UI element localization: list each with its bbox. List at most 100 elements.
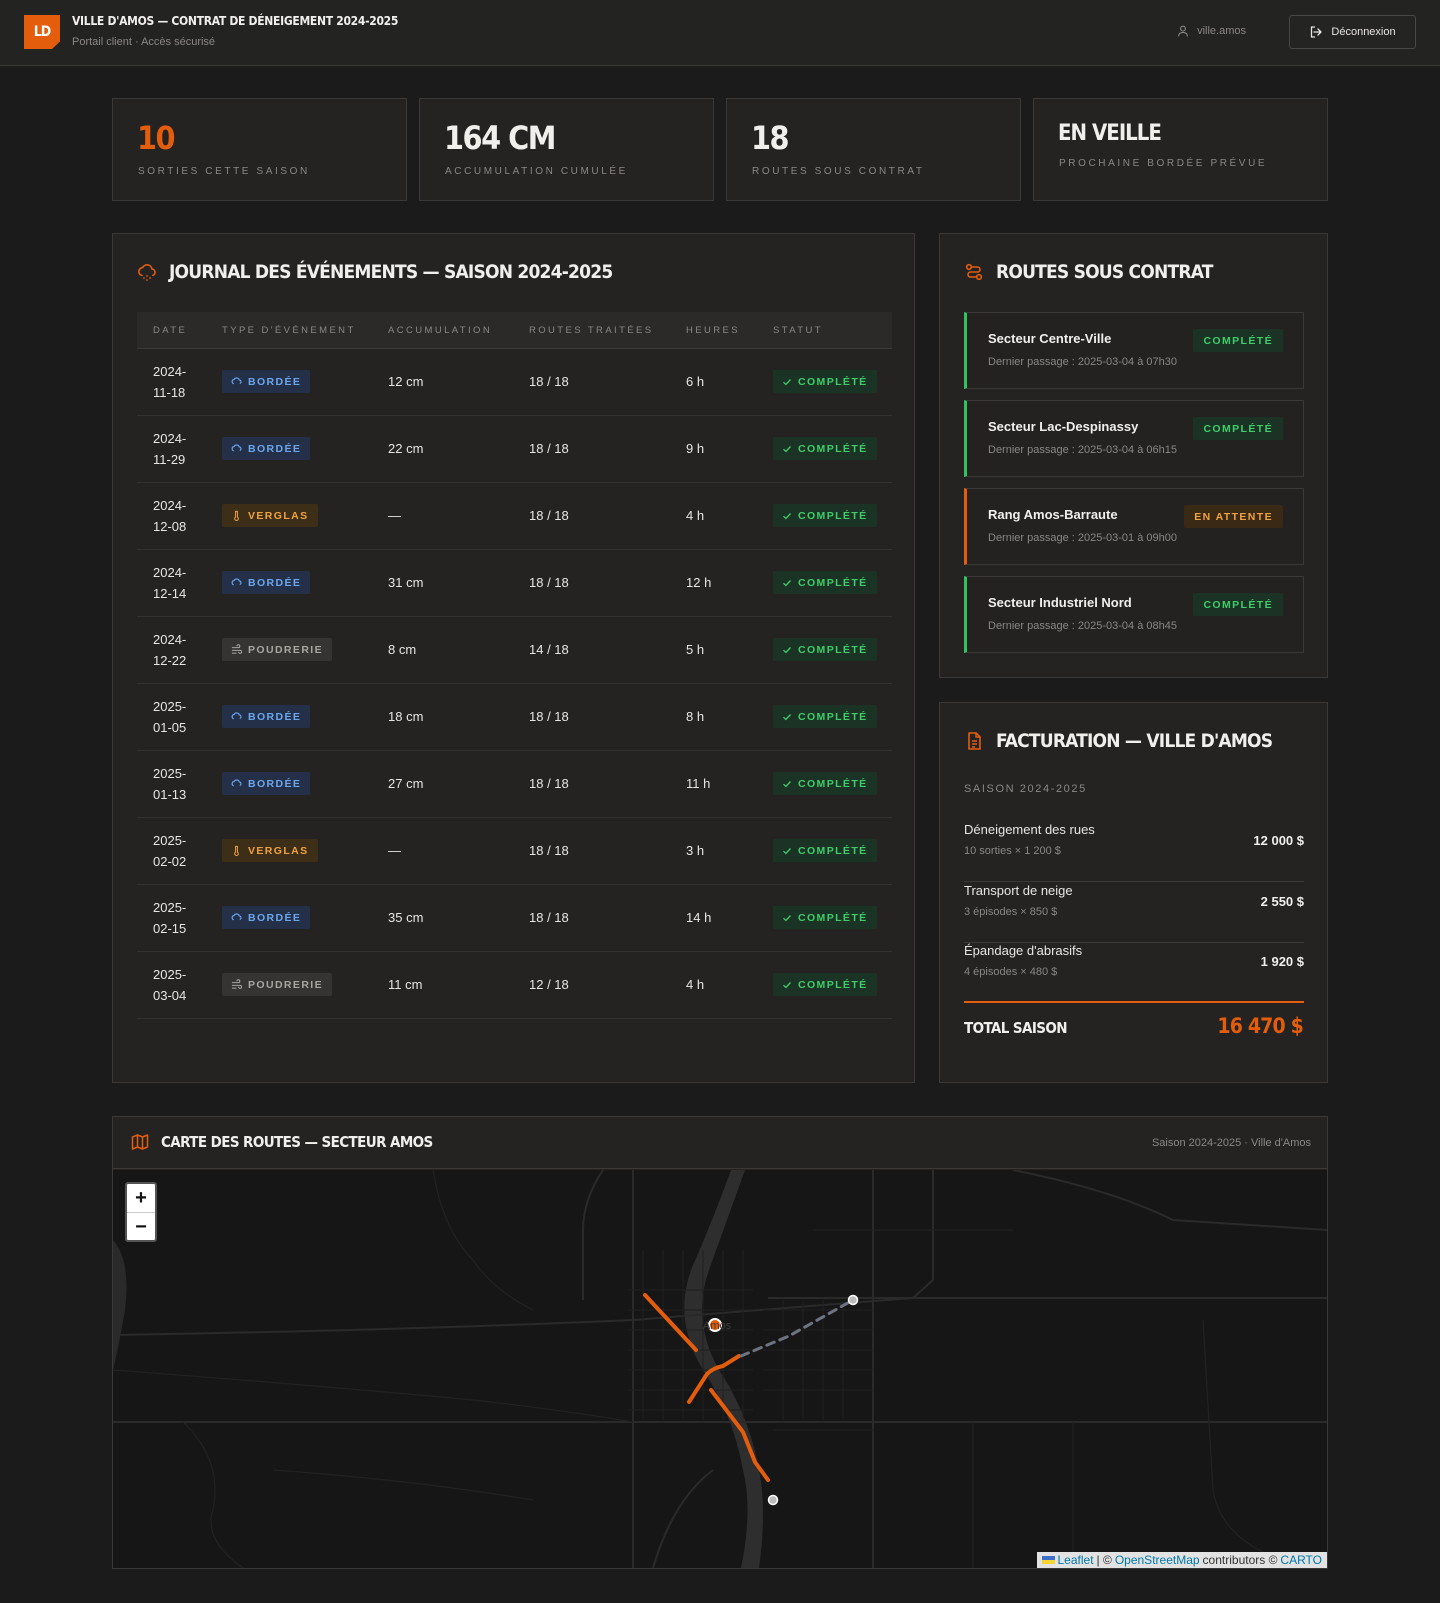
journal-row: 2024-12-22 POUDRERIE 8 cm 14 / 18 5 h COMPLÉT… xyxy=(137,617,892,684)
event-routes: 18 / 18 xyxy=(529,776,569,791)
check-icon xyxy=(783,780,791,787)
status-label: COMPLÉTÉ xyxy=(798,844,868,857)
map-panel: CARTE DES ROUTES — SECTEUR AMOS Saison 2… xyxy=(112,1116,1328,1569)
map-heading: CARTE DES ROUTES — SECTEUR AMOS xyxy=(131,1133,433,1151)
wind-icon xyxy=(231,979,242,989)
event-accumulation: 22 cm xyxy=(388,441,424,456)
event-type-label: BORDÉE xyxy=(248,375,302,388)
snow-cloud-icon xyxy=(231,377,242,385)
snow-cloud-icon xyxy=(231,578,242,586)
billing-line-amount: 2 550 $ xyxy=(1260,894,1304,909)
event-type-badge: VERGLAS xyxy=(222,504,318,527)
zoom-in-button[interactable]: + xyxy=(127,1184,155,1213)
journal-row: 2024-12-14 BORDÉE 31 cm 18 / 18 12 h COMPLÉTÉ xyxy=(137,550,892,617)
event-type-label: POUDRERIE xyxy=(248,643,324,656)
event-hours: 14 h xyxy=(686,910,712,925)
total-label: TOTAL SAISON xyxy=(964,1019,1068,1037)
stat-card-prochaine-bordee: EN VEILLE PROCHAINE BORDÉE PRÉVUE xyxy=(1033,98,1328,201)
route-last-pass: Dernier passage : 2025-03-04 à 08h45 xyxy=(988,620,1177,632)
event-type-badge: BORDÉE xyxy=(222,571,311,594)
event-routes: 18 / 18 xyxy=(529,843,569,858)
stat-card-accumulation: 164 CM ACCUMULATION CUMULÉE xyxy=(419,98,714,201)
status-label: COMPLÉTÉ xyxy=(798,710,868,723)
route-card[interactable]: Rang Amos-Barraute Dernier passage : 2025… xyxy=(964,488,1304,565)
route-card[interactable]: Secteur Lac-Despinassy Dernier passage : … xyxy=(964,400,1304,477)
billing-season: SAISON 2024-2025 xyxy=(964,783,1087,795)
journal-title: JOURNAL DES ÉVÉNEMENTS — SAISON 2024-202… xyxy=(169,261,613,283)
billing-line-name: Transport de neige xyxy=(964,883,1073,898)
stat-value: EN VEILLE xyxy=(1058,121,1162,146)
route-name: Secteur Centre-Ville xyxy=(988,331,1112,346)
event-date: 2024-11-18 xyxy=(153,364,187,400)
logout-button[interactable]: Déconnexion xyxy=(1289,15,1416,49)
status-badge: COMPLÉTÉ xyxy=(773,772,877,795)
wind-icon xyxy=(231,644,242,654)
check-icon xyxy=(783,646,791,653)
current-user: ville.amos xyxy=(1177,25,1246,37)
event-routes: 18 / 18 xyxy=(529,910,569,925)
event-type-badge: BORDÉE xyxy=(222,370,311,393)
route-map[interactable]: Amos + − Leaflet | © OpenStreetMap contr… xyxy=(113,1170,1327,1568)
col-header-type: TYPE D'ÉVÉNEMENT xyxy=(222,325,356,336)
check-icon xyxy=(783,713,791,720)
leaflet-link[interactable]: Leaflet xyxy=(1058,1553,1094,1567)
col-header-date: DATE xyxy=(153,325,188,336)
billing-line: Déneigement des rues 10 sorties × 1 200 … xyxy=(964,822,1304,882)
openstreetmap-link[interactable]: OpenStreetMap xyxy=(1115,1553,1200,1567)
event-hours: 4 h xyxy=(686,508,705,523)
event-accumulation: 12 cm xyxy=(388,374,424,389)
thermometer-icon xyxy=(234,845,239,856)
status-label: COMPLÉTÉ xyxy=(798,911,868,924)
event-hours: 9 h xyxy=(686,441,705,456)
map-attribution: Leaflet | © OpenStreetMap contributors ©… xyxy=(1036,1552,1327,1568)
logout-icon xyxy=(1311,26,1323,38)
event-accumulation: — xyxy=(388,508,401,523)
route-card[interactable]: Secteur Industriel Nord Dernier passage :… xyxy=(964,576,1304,653)
event-type-label: VERGLAS xyxy=(248,844,309,857)
event-routes: 14 / 18 xyxy=(529,642,569,657)
col-header-status: STATUT xyxy=(773,325,823,336)
event-type-label: VERGLAS xyxy=(248,509,309,522)
event-type-badge: POUDRERIE xyxy=(222,638,333,661)
route-last-pass: Dernier passage : 2025-03-01 à 09h00 xyxy=(988,532,1177,544)
event-type-label: BORDÉE xyxy=(248,442,302,455)
event-type-badge: BORDÉE xyxy=(222,906,311,929)
stat-value: 18 xyxy=(751,119,790,157)
user-name: ville.amos xyxy=(1197,25,1246,37)
billing-line-name: Épandage d'abrasifs xyxy=(964,943,1083,958)
status-label: COMPLÉTÉ xyxy=(798,442,868,455)
event-routes: 18 / 18 xyxy=(529,374,569,389)
stat-label: ROUTES SOUS CONTRAT xyxy=(752,166,925,177)
event-routes: 18 / 18 xyxy=(529,575,569,590)
user-icon xyxy=(1178,25,1189,37)
route-status-badge: COMPLÉTÉ xyxy=(1193,593,1283,616)
billing-line-amount: 1 920 $ xyxy=(1260,954,1304,969)
event-type-badge: BORDÉE xyxy=(222,705,311,728)
billing-line: Épandage d'abrasifs 4 épisodes × 480 $ 1… xyxy=(964,943,1304,1003)
routes-title: ROUTES SOUS CONTRAT xyxy=(996,261,1213,283)
journal-row: 2025-01-13 BORDÉE 27 cm 18 / 18 11 h COMPLÉTÉ xyxy=(137,751,892,818)
col-header-hours: HEURES xyxy=(686,325,740,336)
snow-cloud-icon xyxy=(138,264,156,281)
map-icon xyxy=(131,1134,149,1150)
thermometer-icon xyxy=(234,510,239,521)
status-badge: COMPLÉTÉ xyxy=(773,906,877,929)
stat-value: 164 CM xyxy=(444,119,556,157)
col-header-routes: ROUTES TRAITÉES xyxy=(529,325,654,336)
status-badge: COMPLÉTÉ xyxy=(773,973,877,996)
status-badge: COMPLÉTÉ xyxy=(773,705,877,728)
journal-row: 2024-12-08 VERGLAS — 18 / 18 4 h COMPLÉTÉ xyxy=(137,483,892,550)
ukraine-flag-icon xyxy=(1041,1556,1055,1564)
check-icon xyxy=(783,512,791,519)
billing-title: FACTURATION — VILLE D'AMOS xyxy=(996,730,1273,752)
event-date: 2024-11-29 xyxy=(153,431,187,467)
check-icon xyxy=(783,914,791,921)
carto-link[interactable]: CARTO xyxy=(1280,1553,1322,1567)
journal-panel: JOURNAL DES ÉVÉNEMENTS — SAISON 2024-202… xyxy=(112,233,915,1083)
app-title: VILLE D'AMOS — CONTRAT DE DÉNEIGEMENT 20… xyxy=(72,14,399,28)
route-name: Rang Amos-Barraute xyxy=(988,507,1118,522)
event-routes: 18 / 18 xyxy=(529,508,569,523)
zoom-out-button[interactable]: − xyxy=(127,1213,155,1240)
event-date: 2025-01-05 xyxy=(153,699,187,735)
route-card[interactable]: Secteur Centre-Ville Dernier passage : 20… xyxy=(964,312,1304,389)
